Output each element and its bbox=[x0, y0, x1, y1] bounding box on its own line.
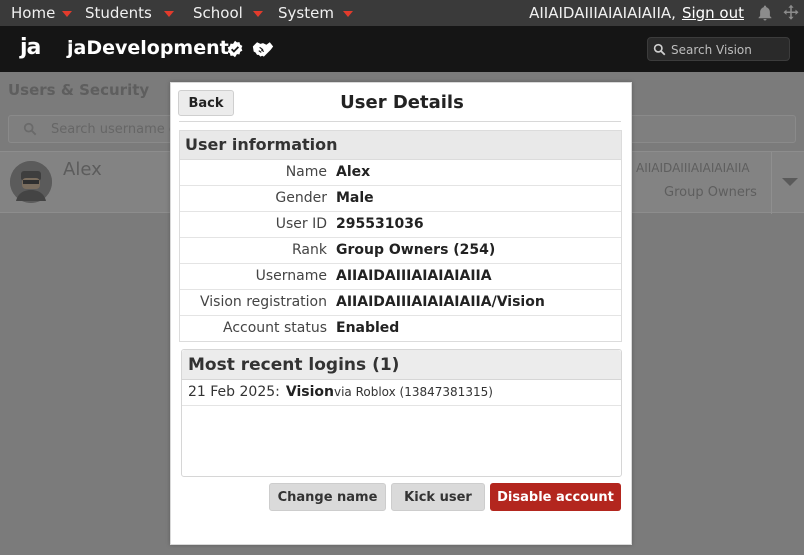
sign-out-link[interactable]: Sign out bbox=[682, 4, 744, 22]
info-label: User ID bbox=[275, 216, 327, 232]
user-information-heading: User information bbox=[180, 131, 621, 160]
info-value: Alex bbox=[336, 164, 371, 180]
chevron-down-icon bbox=[62, 11, 73, 17]
user-search-placeholder: Search username o bbox=[51, 122, 177, 137]
divider bbox=[179, 121, 621, 122]
chevron-down-icon bbox=[163, 11, 174, 17]
top-menu-bar: Home Students School System AIIAIDAIIIAI… bbox=[0, 0, 804, 26]
avatar bbox=[10, 161, 52, 203]
info-value: 295531036 bbox=[336, 216, 424, 232]
info-label: Username bbox=[255, 268, 327, 284]
logo[interactable]: ja bbox=[20, 35, 41, 60]
info-value: Enabled bbox=[336, 320, 400, 336]
info-row-name: Name Alex bbox=[180, 160, 621, 186]
change-name-button[interactable]: Change name bbox=[269, 483, 386, 511]
search-input[interactable] bbox=[671, 41, 786, 59]
menu-system[interactable]: System bbox=[278, 4, 353, 22]
current-username: AIIAIDAIIIAIAIAIAIIA, bbox=[529, 4, 676, 22]
user-card-username: AIIAIDAIIIAIAIAIAIIA bbox=[636, 161, 750, 175]
verified-icon bbox=[227, 40, 243, 58]
list-item: 21 Feb 2025: Visionvia Roblox (1384738131… bbox=[182, 380, 621, 406]
menu-students-label: Students bbox=[85, 4, 152, 22]
info-row-rank: Rank Group Owners (254) bbox=[180, 238, 621, 264]
info-row-vision-registration: Vision registration AIIAIDAIIIAIAIAIAIIA… bbox=[180, 290, 621, 316]
menu-school-label: School bbox=[193, 4, 243, 22]
chevron-down-icon bbox=[252, 11, 263, 17]
menu-home[interactable]: Home bbox=[11, 4, 73, 22]
group-name[interactable]: jaDevelopment bbox=[67, 37, 229, 59]
kick-user-button[interactable]: Kick user bbox=[391, 483, 485, 511]
info-value: Group Owners (254) bbox=[336, 242, 496, 258]
handshake-icon bbox=[252, 42, 274, 57]
info-label: Rank bbox=[292, 242, 327, 258]
move-icon[interactable] bbox=[782, 4, 800, 22]
page-title: Users & Security bbox=[8, 81, 150, 99]
search-icon bbox=[653, 43, 666, 56]
bell-icon[interactable] bbox=[756, 4, 774, 22]
login-source: via Roblox (13847381315) bbox=[333, 385, 493, 399]
login-date: 21 Feb 2025: bbox=[188, 384, 280, 400]
recent-logins-panel: Most recent logins (1) 21 Feb 2025: Visio… bbox=[181, 349, 622, 477]
menu-home-label: Home bbox=[11, 4, 56, 22]
user-card-name: Alex bbox=[63, 159, 102, 180]
info-value: Male bbox=[336, 190, 374, 206]
info-value: AIIAIDAIIIAIAIAIAIIA/Vision bbox=[336, 294, 545, 310]
divider bbox=[771, 152, 772, 214]
menu-system-label: System bbox=[278, 4, 334, 22]
info-label: Account status bbox=[223, 320, 327, 336]
search-icon bbox=[23, 122, 37, 136]
chevron-down-icon bbox=[782, 178, 798, 186]
brand-bar: ja jaDevelopment bbox=[0, 26, 804, 72]
info-label: Gender bbox=[275, 190, 327, 206]
menu-students[interactable]: Students bbox=[85, 4, 174, 22]
info-row-gender: Gender Male bbox=[180, 186, 621, 212]
recent-logins-heading: Most recent logins (1) bbox=[182, 350, 621, 380]
info-value: AIIAIDAIIIAIAIAIAIIA bbox=[336, 268, 492, 284]
modal-title: User Details bbox=[340, 92, 464, 113]
user-information-panel: User information Name Alex Gender Male U… bbox=[179, 130, 622, 342]
chevron-down-icon bbox=[342, 11, 353, 17]
info-row-account-status: Account status Enabled bbox=[180, 316, 621, 342]
menu-school[interactable]: School bbox=[193, 4, 263, 22]
info-label: Name bbox=[285, 164, 327, 180]
login-game: Vision bbox=[285, 384, 334, 400]
user-details-modal: Back User Details User information Name … bbox=[170, 82, 632, 545]
search-box bbox=[647, 37, 790, 61]
info-label: Vision registration bbox=[199, 294, 327, 310]
disable-account-button[interactable]: Disable account bbox=[490, 483, 621, 511]
info-row-username: Username AIIAIDAIIIAIAIAIAIIA bbox=[180, 264, 621, 290]
info-row-user-id: User ID 295531036 bbox=[180, 212, 621, 238]
user-card-role: Group Owners bbox=[664, 185, 757, 200]
user-area: AIIAIDAIIIAIAIAIAIIA, Sign out bbox=[529, 4, 804, 22]
